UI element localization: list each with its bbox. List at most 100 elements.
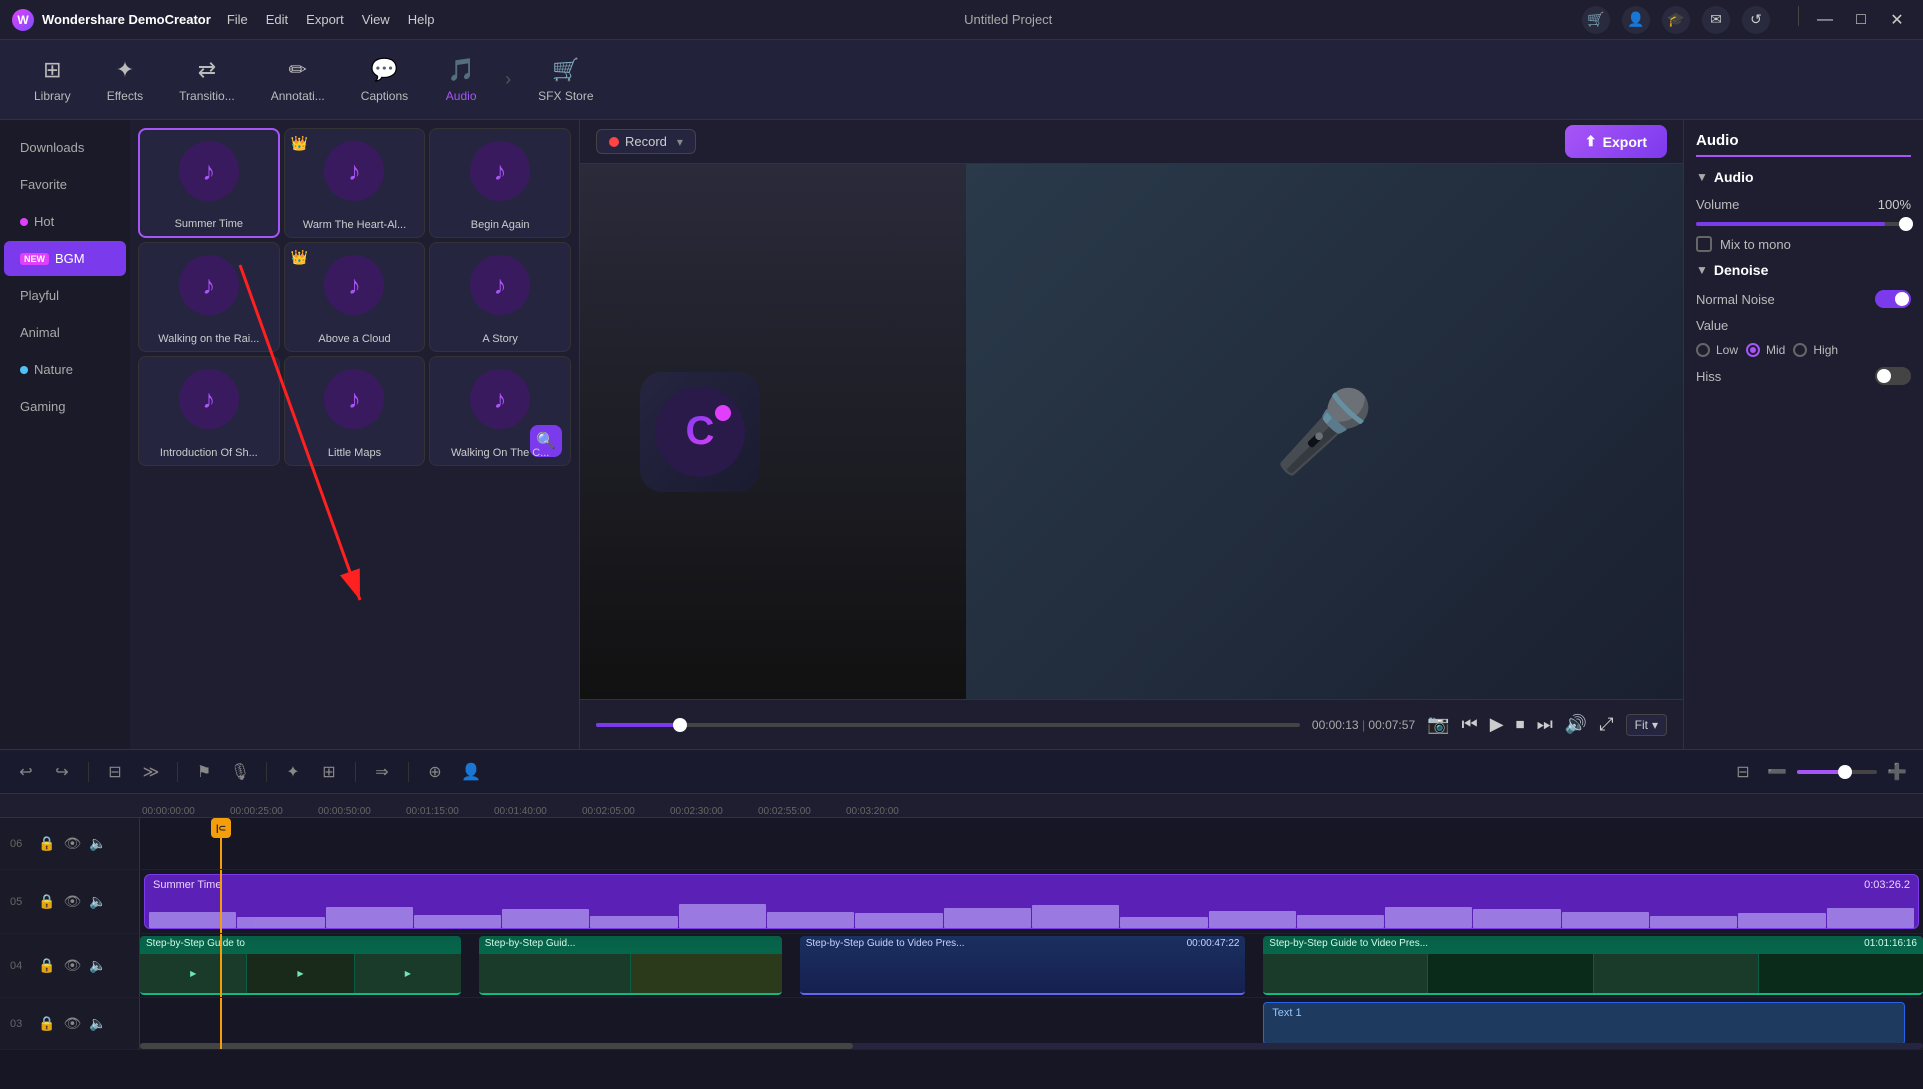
toolbar-more[interactable]: ›: [496, 69, 520, 90]
category-nature[interactable]: Nature: [4, 352, 126, 387]
playhead-track-06: |⊂: [220, 818, 222, 869]
hiss-toggle[interactable]: [1875, 367, 1911, 385]
menu-file[interactable]: File: [227, 12, 248, 27]
audio-card-summer-time[interactable]: ♪ Summer Time: [138, 128, 280, 238]
mute-icon-04[interactable]: 🔈: [89, 957, 106, 974]
category-bgm[interactable]: NEW BGM: [4, 241, 126, 276]
play-button[interactable]: ▶: [1490, 714, 1504, 735]
toolbar-library[interactable]: ⊞ Library: [16, 49, 89, 111]
skip-forward-button[interactable]: ⏭: [1537, 714, 1553, 735]
screenshot-button[interactable]: 📷: [1427, 714, 1449, 735]
mute-icon-03[interactable]: 🔈: [89, 1015, 106, 1032]
menu-help[interactable]: Help: [408, 12, 435, 27]
toolbar-audio[interactable]: 🎵 Audio: [426, 49, 496, 111]
mute-icon-05[interactable]: 🔈: [89, 893, 106, 910]
category-downloads[interactable]: Downloads: [4, 130, 126, 165]
audio-card-a-story[interactable]: ♪ A Story: [429, 242, 571, 352]
audio-card-intro-sh[interactable]: ♪ Introduction Of Sh...: [138, 356, 280, 466]
lock-icon-06[interactable]: 🔒: [38, 835, 55, 852]
lock-icon-04[interactable]: 🔒: [38, 957, 55, 974]
cut-tool[interactable]: ⊟: [101, 758, 129, 786]
audio-card-walking-c[interactable]: ♪ Walking On The C... 🔍: [429, 356, 571, 466]
toolbar-sfxstore[interactable]: 🛒 SFX Store: [520, 49, 611, 111]
eye-icon-05[interactable]: 👁: [63, 893, 81, 910]
stop-button[interactable]: ⏹: [1516, 714, 1525, 735]
record-tool[interactable]: 🎙: [226, 758, 254, 786]
settings-icon[interactable]: ↺: [1742, 6, 1770, 34]
snap-tool[interactable]: ✦: [279, 758, 307, 786]
mail-icon[interactable]: ✉: [1702, 6, 1730, 34]
zoom-out-button[interactable]: ➖: [1763, 758, 1791, 786]
audio-clip-summer-time[interactable]: Summer Time 0:03:26.2: [144, 874, 1919, 929]
titlebar-actions: 🛒 👤 🎓 ✉ ↺ — □ ✕: [1582, 6, 1911, 34]
video-clip-1[interactable]: Step-by-Step Guide to ▶ ▶ ▶: [140, 936, 461, 995]
add-track-tool[interactable]: ⊕: [421, 758, 449, 786]
category-hot[interactable]: Hot: [4, 204, 126, 239]
speed-tool[interactable]: ⇒: [368, 758, 396, 786]
category-animal[interactable]: Animal: [4, 315, 126, 350]
toolbar-captions[interactable]: 💬 Captions: [343, 49, 426, 111]
volume-button[interactable]: 🔊: [1565, 714, 1587, 735]
skip-back-button[interactable]: ⏮: [1462, 714, 1478, 735]
toolbar-effects[interactable]: ✦ Effects: [89, 49, 161, 111]
volume-slider[interactable]: [1696, 222, 1911, 226]
ruler-mark-2: 00:00:50:00: [316, 806, 404, 817]
mix-to-mono-checkbox[interactable]: [1696, 236, 1712, 252]
high-radio[interactable]: [1793, 343, 1807, 357]
category-playful[interactable]: Playful: [4, 278, 126, 313]
eye-icon-06[interactable]: 👁: [63, 835, 81, 852]
audio-card-above-cloud[interactable]: 👑 ♪ Above a Cloud: [284, 242, 426, 352]
video-clip-2[interactable]: Step-by-Step Guid...: [479, 936, 782, 995]
volume-thumb[interactable]: [1899, 217, 1913, 231]
video-clip-4-time: 01:01:16:16: [1864, 938, 1917, 949]
toolbar-annotations[interactable]: ✏ Annotati...: [253, 49, 343, 111]
lock-icon-03[interactable]: 🔒: [38, 1015, 55, 1032]
zoom-slider[interactable]: [1797, 770, 1877, 774]
mid-radio[interactable]: [1746, 343, 1760, 357]
close-button[interactable]: ✕: [1883, 6, 1911, 34]
progress-thumb[interactable]: [673, 718, 687, 732]
zoom-fit-button[interactable]: ⊟: [1729, 758, 1757, 786]
shop-icon[interactable]: 🛒: [1582, 6, 1610, 34]
marker-tool[interactable]: ⚑: [190, 758, 218, 786]
video-clip-4[interactable]: Step-by-Step Guide to Video Pres... 01:0…: [1263, 936, 1923, 995]
normal-noise-row: Normal Noise: [1696, 290, 1911, 308]
audio-card-little-maps[interactable]: ♪ Little Maps: [284, 356, 426, 466]
audio-card-warm-heart[interactable]: 👑 ♪ Warm The Heart-Al...: [284, 128, 426, 238]
titlebar: W Wondershare DemoCreator File Edit Expo…: [0, 0, 1923, 40]
text-clip-03[interactable]: Text 1: [1263, 1002, 1905, 1045]
export-button[interactable]: ⬆ Export: [1565, 125, 1667, 158]
crop-tool[interactable]: ⊞: [315, 758, 343, 786]
zoom-thumb[interactable]: [1838, 765, 1852, 779]
h-scrollbar-thumb[interactable]: [140, 1043, 853, 1049]
group-tool[interactable]: 👤: [457, 758, 485, 786]
minimize-button[interactable]: —: [1811, 6, 1839, 34]
redo-button[interactable]: ↪: [48, 758, 76, 786]
low-radio[interactable]: [1696, 343, 1710, 357]
eye-icon-03[interactable]: 👁: [63, 1015, 81, 1032]
titlebar-menu: File Edit Export View Help: [227, 12, 435, 27]
learn-icon[interactable]: 🎓: [1662, 6, 1690, 34]
eye-icon-04[interactable]: 👁: [63, 957, 81, 974]
fullscreen-button[interactable]: ⤢: [1599, 714, 1613, 735]
category-favorite[interactable]: Favorite: [4, 167, 126, 202]
account-icon[interactable]: 👤: [1622, 6, 1650, 34]
menu-edit[interactable]: Edit: [266, 12, 288, 27]
audio-card-walking-rain[interactable]: ♪ Walking on the Rai...: [138, 242, 280, 352]
fit-selector[interactable]: Fit ▾: [1626, 714, 1667, 736]
category-gaming[interactable]: Gaming: [4, 389, 126, 424]
toolbar-transitions[interactable]: ⇄ Transitio...: [161, 49, 253, 111]
menu-view[interactable]: View: [362, 12, 390, 27]
record-button[interactable]: Record ▾: [596, 129, 696, 154]
mute-icon-06[interactable]: 🔈: [89, 835, 106, 852]
progress-bar[interactable]: [596, 723, 1300, 727]
maximize-button[interactable]: □: [1847, 6, 1875, 34]
zoom-in-button[interactable]: ➕: [1883, 758, 1911, 786]
menu-export[interactable]: Export: [306, 12, 344, 27]
split-tool[interactable]: ≫: [137, 758, 165, 786]
video-clip-3[interactable]: Step-by-Step Guide to Video Pres... 00:0…: [800, 936, 1246, 995]
audio-card-begin-again[interactable]: ♪ Begin Again: [429, 128, 571, 238]
normal-noise-toggle[interactable]: [1875, 290, 1911, 308]
undo-button[interactable]: ↩: [12, 758, 40, 786]
lock-icon-05[interactable]: 🔒: [38, 893, 55, 910]
